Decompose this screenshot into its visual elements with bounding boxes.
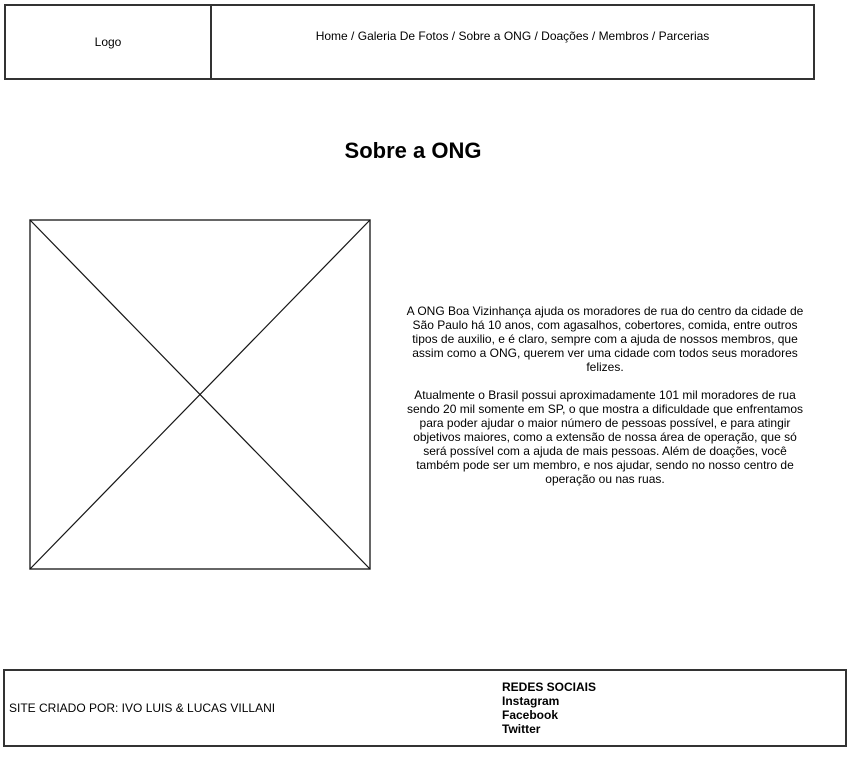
instagram-link[interactable]: Instagram	[502, 694, 596, 708]
nav-separator: /	[347, 29, 358, 43]
about-paragraph: Atualmente o Brasil possui aproximadamen…	[406, 388, 803, 486]
page-title: Sobre a ONG	[344, 138, 482, 163]
nav-link-galeria[interactable]: Galeria De Fotos	[358, 29, 449, 43]
social-links: REDES SOCIAIS Instagram Facebook Twitter	[502, 680, 596, 736]
nav-separator: /	[648, 29, 659, 43]
twitter-link[interactable]: Twitter	[502, 722, 596, 736]
about-description: A ONG Boa Vizinhança ajuda os moradores …	[402, 304, 808, 486]
site-credits: SITE CRIADO POR: IVO LUIS & LUCAS VILLAN…	[9, 701, 276, 715]
nav-link-home[interactable]: Home	[316, 29, 348, 43]
footer: SITE CRIADO POR: IVO LUIS & LUCAS VILLAN…	[3, 669, 847, 747]
header: Logo Home / Galeria De Fotos / Sobre a O…	[4, 4, 815, 80]
social-heading: REDES SOCIAIS	[502, 680, 597, 694]
main-navigation: Home / Galeria De Fotos / Sobre a ONG / …	[212, 6, 813, 78]
image-placeholder	[29, 219, 371, 570]
logo-label: Logo	[94, 35, 122, 49]
nav-separator: /	[448, 29, 459, 43]
nav-link-membros[interactable]: Membros	[599, 29, 649, 43]
about-paragraph: A ONG Boa Vizinhança ajuda os moradores …	[406, 304, 804, 374]
facebook-link[interactable]: Facebook	[502, 708, 596, 722]
nav-separator: /	[588, 29, 599, 43]
nav-link-parcerias[interactable]: Parcerias	[659, 29, 710, 43]
nav-separator: /	[531, 29, 542, 43]
nav-link-doacoes[interactable]: Doações	[541, 29, 588, 43]
nav-link-sobre[interactable]: Sobre a ONG	[458, 29, 531, 43]
logo[interactable]: Logo	[6, 6, 212, 78]
